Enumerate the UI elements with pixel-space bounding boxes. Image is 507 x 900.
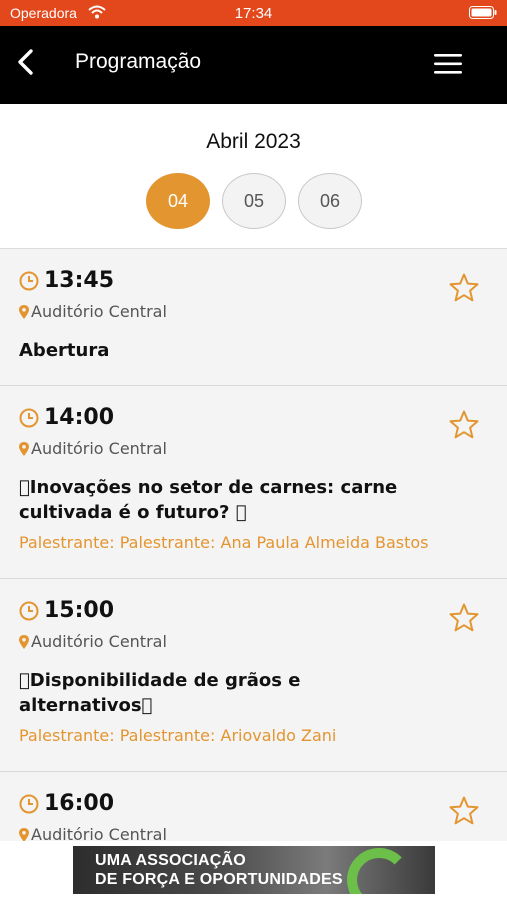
session-title: Inovações no setor de carnes: carne cul… — [19, 477, 397, 523]
session-location: Auditório Central — [31, 439, 167, 458]
day-option-06[interactable]: 06 — [298, 173, 362, 229]
session-title: Abertura — [19, 340, 110, 361]
clock-icon — [19, 794, 39, 814]
session-time: 16:00 — [44, 791, 115, 816]
clock-icon — [19, 408, 39, 428]
session-time: 13:45 — [44, 268, 115, 293]
session-title: Disponibilidade de grãos e alternativos… — [19, 670, 419, 716]
session-item[interactable]: 16:00 Auditório Central — [0, 772, 507, 841]
session-time: 15:00 — [44, 598, 115, 623]
session-location: Auditório Central — [31, 302, 167, 321]
day-option-05[interactable]: 05 — [222, 173, 286, 229]
banner-line-1: UMA ASSOCIAÇÃO — [95, 852, 246, 869]
battery-icon — [469, 6, 497, 19]
clock-icon — [19, 271, 39, 291]
pin-icon — [19, 635, 29, 649]
status-time: 17:34 — [234, 5, 273, 22]
session-speaker: Palestrante: Palestrante: Ana Paula Alme… — [19, 533, 429, 552]
page-title: Programação — [75, 50, 202, 73]
session-item[interactable]: 14:00 Auditório Central Inovações no se… — [0, 386, 507, 579]
star-icon[interactable] — [448, 409, 480, 441]
pin-icon — [19, 442, 29, 456]
session-time: 14:00 — [44, 405, 115, 430]
pin-icon — [19, 305, 29, 319]
menu-icon[interactable] — [434, 52, 462, 76]
star-icon[interactable] — [448, 272, 480, 304]
banner-line-2: DE FORÇA E OPORTUNIDADES — [95, 871, 343, 888]
ad-banner[interactable]: UMA ASSOCIAÇÃO DE FORÇA E OPORTUNIDADES — [73, 846, 435, 894]
session-location: Auditório Central — [31, 632, 167, 651]
session-item[interactable]: 15:00 Auditório Central Disponibilidade… — [0, 579, 507, 772]
banner-logo-ring — [347, 848, 411, 894]
session-speaker: Palestrante: Palestrante: Ariovaldo Zani — [19, 726, 337, 745]
schedule-list: 13:45 Auditório Central Abertura 14:00 A… — [0, 249, 507, 841]
pin-icon — [19, 828, 29, 841]
nav-bar: Programação — [0, 26, 507, 104]
status-bar: Operadora 17:34 — [0, 0, 507, 26]
star-icon[interactable] — [448, 602, 480, 634]
session-location: Auditório Central — [31, 825, 167, 841]
session-item[interactable]: 13:45 Auditório Central Abertura — [0, 249, 507, 386]
date-selector: Abril 2023 04 05 06 — [0, 104, 507, 249]
day-option-04[interactable]: 04 — [146, 173, 210, 229]
month-label: Abril 2023 — [206, 130, 301, 153]
clock-icon — [19, 601, 39, 621]
back-icon[interactable] — [14, 48, 36, 76]
star-icon[interactable] — [448, 795, 480, 827]
banner-area: UMA ASSOCIAÇÃO DE FORÇA E OPORTUNIDADES — [0, 841, 507, 900]
